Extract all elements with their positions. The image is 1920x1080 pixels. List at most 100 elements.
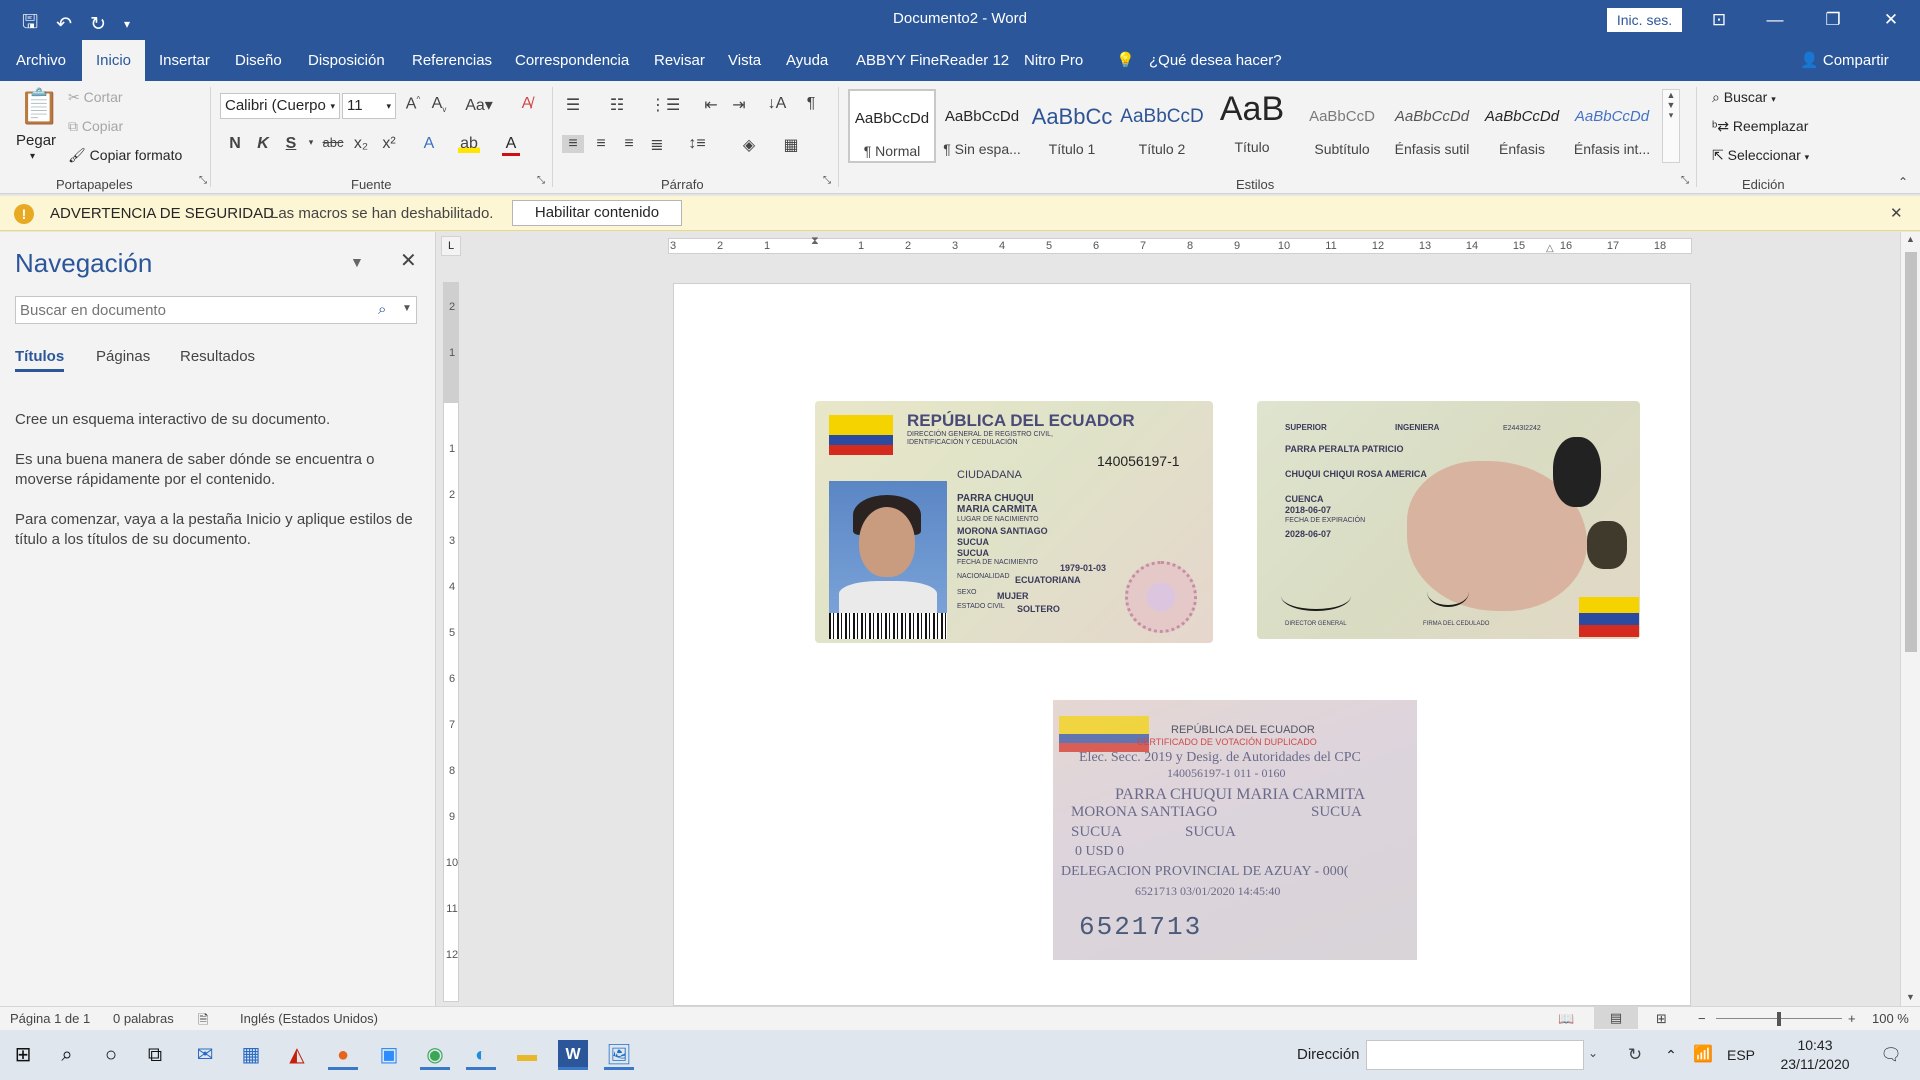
id-card-front-image[interactable]: REPÚBLICA DEL ECUADOR DIRECCIÓN GENERAL … <box>815 401 1213 643</box>
windows-start-icon[interactable]: ⊞ <box>8 1040 38 1070</box>
style-intense-emphasis[interactable]: AaBbCcDd Énfasis int... <box>1568 89 1656 163</box>
font-size-combo[interactable]: 11 ▾ <box>342 93 396 119</box>
close-icon[interactable]: ✕ <box>1890 204 1903 222</box>
change-case-icon[interactable]: Aa▾ <box>464 95 494 115</box>
style-heading-2[interactable]: AaBbCcD Título 2 <box>1118 89 1206 163</box>
chevron-down-icon[interactable]: ⌄ <box>1588 1046 1598 1060</box>
horizontal-ruler[interactable]: 3 2 1 1 2 3 4 5 6 7 8 9 10 11 12 13 14 1… <box>668 235 1692 254</box>
text-effects-icon[interactable]: A <box>418 135 440 153</box>
calculator-icon[interactable]: ▦ <box>236 1040 266 1070</box>
voting-certificate-image[interactable]: REPÚBLICA DEL ECUADOR CERTIFICADO DE VOT… <box>1053 700 1417 960</box>
collapse-ribbon-icon[interactable]: ⌃ <box>1892 175 1914 189</box>
tab-insertar[interactable]: Insertar <box>159 40 210 81</box>
tray-expand-icon[interactable]: ⌃ <box>1656 1040 1686 1070</box>
acrobat-icon[interactable]: ◭ <box>282 1040 312 1070</box>
tab-nitro[interactable]: Nitro Pro <box>1024 40 1083 81</box>
font-color-icon[interactable]: A <box>502 135 520 156</box>
save-icon[interactable]: 🖫 <box>22 8 38 40</box>
chrome-icon[interactable]: ◉ <box>420 1040 450 1070</box>
style-normal[interactable]: AaBbCcDd ¶ Normal <box>848 89 936 163</box>
subscript-icon[interactable]: x₂ <box>350 135 372 153</box>
style-heading-1[interactable]: AaBbCc Título 1 <box>1028 89 1116 163</box>
shrink-font-icon[interactable]: Av <box>428 95 450 114</box>
close-icon[interactable]: ✕ <box>400 248 417 273</box>
shading-icon[interactable]: ◈ <box>738 135 760 155</box>
highlight-icon[interactable]: ab <box>458 135 480 153</box>
share-button[interactable]: 👤 Compartir <box>1800 40 1889 81</box>
tab-referencias[interactable]: Referencias <box>412 40 492 81</box>
tab-diseno[interactable]: Diseño <box>235 40 282 81</box>
tab-archivo[interactable]: Archivo <box>16 40 66 81</box>
align-left-icon[interactable]: ≡ <box>562 135 584 153</box>
tell-me-search[interactable]: ¿Qué desea hacer? <box>1149 40 1282 81</box>
bullets-icon[interactable]: ☰ <box>562 95 584 115</box>
input-language[interactable]: ESP <box>1724 1040 1758 1070</box>
word-icon[interactable]: W <box>558 1040 588 1070</box>
wifi-icon[interactable]: 📶 <box>1688 1040 1718 1070</box>
bold-icon[interactable]: N <box>224 135 246 153</box>
page-count[interactable]: Página 1 de 1 <box>10 1011 90 1026</box>
select-button[interactable]: ⇱ Seleccionar ▾ <box>1712 147 1809 164</box>
redo-icon[interactable]: ↻ <box>90 13 106 36</box>
paste-dropdown-icon[interactable]: ▾ <box>30 151 35 162</box>
customize-qat-icon[interactable]: ▾ <box>124 17 130 31</box>
tab-disposicion[interactable]: Disposición <box>308 40 385 81</box>
paste-icon[interactable]: 📋 <box>18 87 60 127</box>
sort-icon[interactable]: ↓A <box>766 95 788 113</box>
paste-button[interactable]: Pegar <box>16 132 56 149</box>
language-status[interactable]: Inglés (Estados Unidos) <box>240 1011 378 1026</box>
multilevel-list-icon[interactable]: ⋮☰ <box>650 95 680 115</box>
word-count[interactable]: 0 palabras <box>113 1011 174 1026</box>
chevron-down-icon[interactable]: ▼ <box>402 303 412 314</box>
refresh-icon[interactable]: ↻ <box>1620 1040 1650 1070</box>
styles-scroll[interactable]: ▲ ▼ ▾ <box>1662 89 1680 163</box>
indent-marker-icon[interactable]: ⧗ <box>811 235 819 248</box>
task-view-icon[interactable]: ⧉ <box>140 1040 170 1070</box>
format-painter-button[interactable]: 🖌 Copiar formato <box>68 147 182 164</box>
strikethrough-icon[interactable]: abc <box>322 135 344 150</box>
style-no-spacing[interactable]: AaBbCcDd ¶ Sin espa... <box>938 89 1026 163</box>
borders-icon[interactable]: ▦ <box>780 135 802 155</box>
web-layout-icon[interactable]: ⊞ <box>1656 1011 1667 1027</box>
find-button[interactable]: ⌕ Buscar ▾ <box>1712 89 1776 106</box>
photos-icon[interactable]: 🖼 <box>604 1040 634 1070</box>
clear-formatting-icon[interactable]: A̸ <box>516 95 538 113</box>
signin-button[interactable]: Inic. ses. <box>1607 8 1682 32</box>
align-right-icon[interactable]: ≡ <box>618 135 640 153</box>
superscript-icon[interactable]: x² <box>378 135 400 153</box>
increase-indent-icon[interactable]: ⇥ <box>728 95 750 115</box>
font-launcher-icon[interactable]: ⤡ <box>530 175 552 186</box>
scroll-up-icon[interactable]: ▲ <box>1906 234 1915 244</box>
minimize-icon[interactable]: — <box>1752 0 1798 40</box>
style-subtitle[interactable]: AaBbCcD Subtítulo <box>1298 89 1386 163</box>
zoom-slider-thumb[interactable] <box>1777 1012 1781 1026</box>
print-layout-icon[interactable]: ▤ <box>1594 1007 1638 1029</box>
firefox-icon[interactable]: ● <box>328 1040 358 1070</box>
zoom-out-icon[interactable]: − <box>1698 1011 1706 1026</box>
scroll-down-icon[interactable]: ▼ <box>1906 992 1915 1002</box>
scroll-thumb[interactable] <box>1905 252 1917 652</box>
line-spacing-icon[interactable]: ↕≡ <box>686 135 708 153</box>
ribbon-display-icon[interactable]: ⊡ <box>1696 0 1742 40</box>
notifications-icon[interactable]: 🗨 <box>1876 1040 1906 1070</box>
mail-icon[interactable]: ✉ <box>190 1040 220 1070</box>
document-page[interactable]: REPÚBLICA DEL ECUADOR DIRECCIÓN GENERAL … <box>673 283 1691 1006</box>
zoom-level[interactable]: 100 % <box>1872 1011 1909 1026</box>
id-card-back-image[interactable]: SUPERIOR INGENIERA E2443I2242 PARRA PERA… <box>1257 401 1640 639</box>
read-mode-icon[interactable]: 📖 <box>1558 1011 1574 1027</box>
zoom-app-icon[interactable]: ▣ <box>374 1040 404 1070</box>
tab-revisar[interactable]: Revisar <box>654 40 705 81</box>
search-icon[interactable]: ⌕ <box>378 301 386 318</box>
right-indent-marker-icon[interactable]: △ <box>1546 243 1554 254</box>
cortana-icon[interactable]: ○ <box>96 1040 126 1070</box>
styles-launcher-icon[interactable]: ⤡ <box>1674 175 1696 186</box>
nav-tab-titulos[interactable]: Títulos <box>15 348 65 372</box>
tab-vista[interactable]: Vista <box>728 40 761 81</box>
nav-search-input[interactable] <box>16 297 356 323</box>
restore-icon[interactable]: ❐ <box>1810 0 1856 40</box>
close-icon[interactable]: ✕ <box>1868 0 1914 40</box>
nav-tab-resultados[interactable]: Resultados <box>180 348 255 369</box>
style-title[interactable]: AaB Título <box>1208 89 1296 163</box>
vertical-scrollbar[interactable]: ▲ ▼ <box>1900 232 1920 1006</box>
replace-button[interactable]: ᵇ⇄ Reemplazar <box>1712 118 1808 135</box>
